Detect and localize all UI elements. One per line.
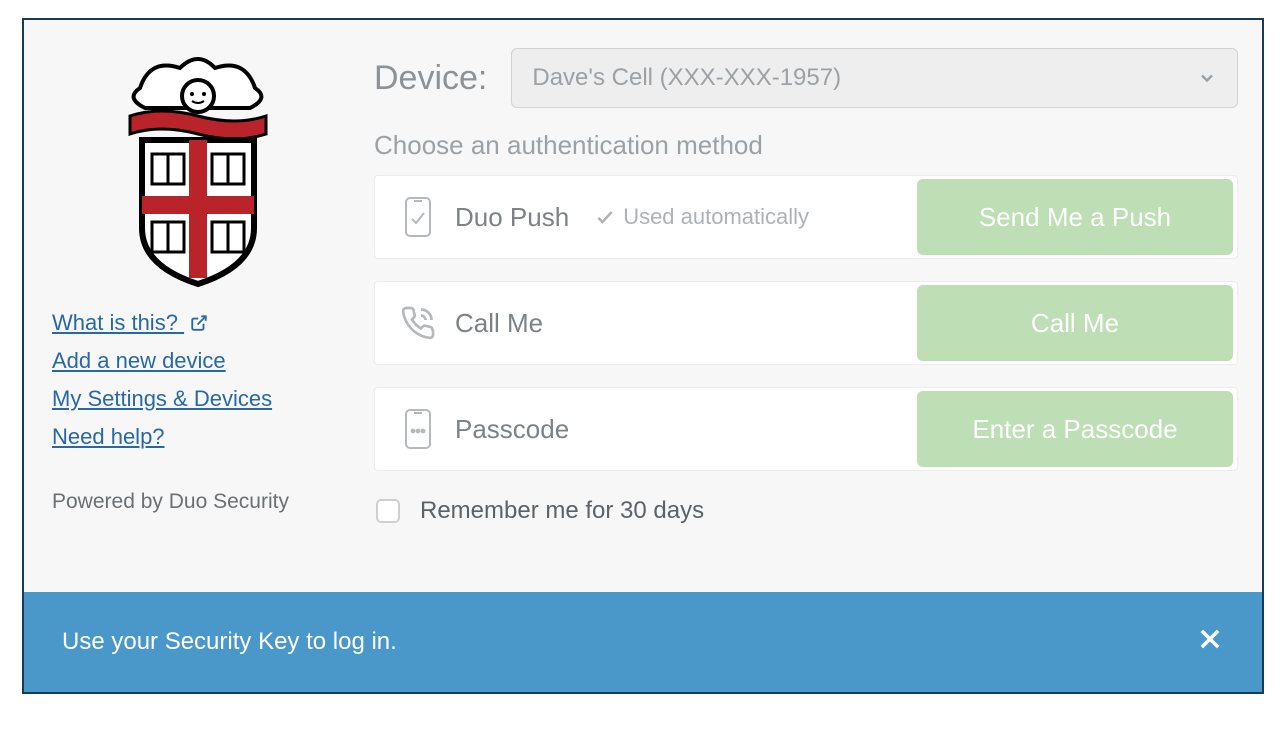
method-label: Passcode bbox=[455, 414, 569, 445]
device-label: Device: bbox=[374, 59, 487, 98]
method-call: Call Me Call Me bbox=[374, 281, 1238, 365]
remember-row: Remember me for 30 days bbox=[374, 497, 1238, 525]
sidebar: What is this? Add a new device My Settin… bbox=[52, 48, 352, 574]
send-push-button[interactable]: Send Me a Push bbox=[917, 179, 1233, 255]
chevron-down-icon bbox=[1197, 68, 1217, 88]
method-passcode: Passcode Enter a Passcode bbox=[374, 387, 1238, 471]
phone-code-icon bbox=[397, 407, 439, 451]
content-area: What is this? Add a new device My Settin… bbox=[24, 20, 1262, 592]
method-label: Duo Push bbox=[455, 202, 569, 233]
device-selected-value: Dave's Cell (XXX-XXX-1957) bbox=[532, 64, 841, 92]
device-row: Device: Dave's Cell (XXX-XXX-1957) bbox=[374, 48, 1238, 108]
remember-label: Remember me for 30 days bbox=[420, 497, 704, 525]
method-push: Duo Push Used automatically Send Me a Pu… bbox=[374, 175, 1238, 259]
main-panel: Device: Dave's Cell (XXX-XXX-1957) Choos… bbox=[352, 48, 1238, 574]
link-add-device[interactable]: Add a new device bbox=[52, 348, 226, 374]
method-note: Used automatically bbox=[595, 204, 809, 230]
link-what-is-this[interactable]: What is this? bbox=[52, 310, 208, 336]
org-logo bbox=[52, 48, 342, 298]
crest-icon bbox=[110, 48, 285, 288]
instruction-text: Choose an authentication method bbox=[374, 130, 1238, 161]
method-label: Call Me bbox=[455, 308, 543, 339]
call-me-button[interactable]: Call Me bbox=[917, 285, 1233, 361]
banner-message: Use your Security Key to log in. bbox=[62, 628, 397, 656]
link-label: What is this? bbox=[52, 310, 178, 335]
powered-by: Powered by Duo Security bbox=[52, 490, 342, 514]
security-key-banner: Use your Security Key to log in. bbox=[24, 592, 1262, 692]
banner-close-button[interactable] bbox=[1196, 625, 1224, 660]
sidebar-links: What is this? Add a new device My Settin… bbox=[52, 298, 342, 456]
phone-call-icon bbox=[397, 305, 439, 341]
external-link-icon bbox=[190, 314, 208, 332]
device-select[interactable]: Dave's Cell (XXX-XXX-1957) bbox=[511, 48, 1238, 108]
link-need-help[interactable]: Need help? bbox=[52, 424, 165, 450]
duo-prompt-frame: What is this? Add a new device My Settin… bbox=[22, 18, 1264, 694]
close-icon bbox=[1196, 625, 1224, 653]
phone-check-icon bbox=[397, 195, 439, 239]
enter-passcode-button[interactable]: Enter a Passcode bbox=[917, 391, 1233, 467]
check-icon bbox=[595, 207, 615, 227]
remember-checkbox[interactable] bbox=[376, 499, 400, 523]
note-text: Used automatically bbox=[623, 204, 809, 230]
link-settings[interactable]: My Settings & Devices bbox=[52, 386, 272, 412]
